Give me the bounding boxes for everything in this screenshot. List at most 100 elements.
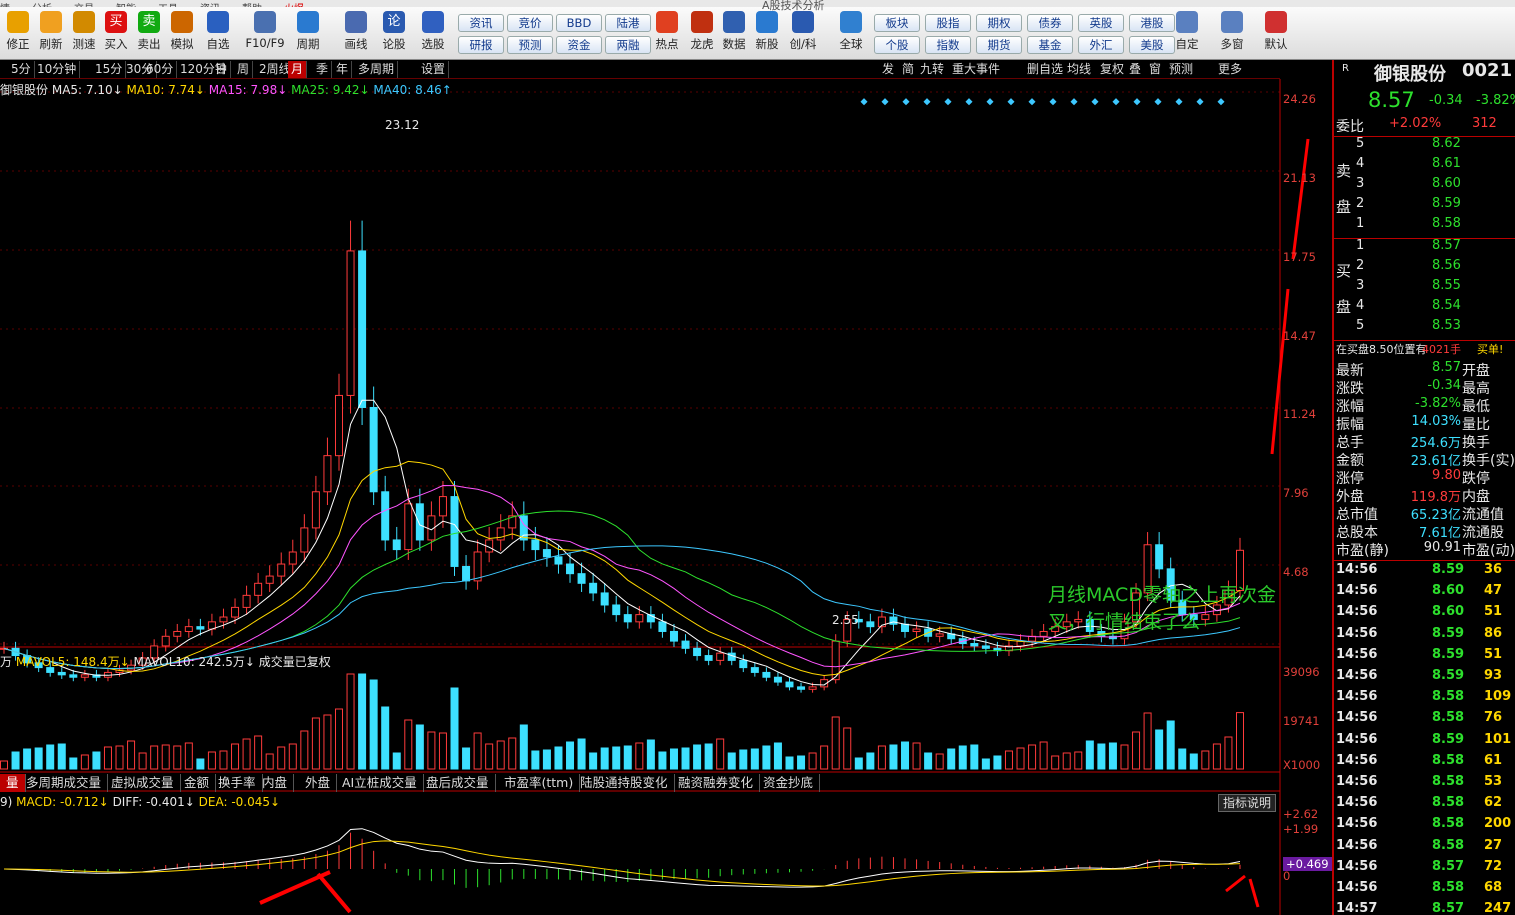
- tick-price: 8.59: [1432, 625, 1465, 641]
- 全球-button[interactable]: 全球: [834, 11, 868, 52]
- indicator-tab-2[interactable]: 虚拟成交量: [105, 774, 181, 792]
- toolbar-label: 多窗: [1220, 37, 1244, 51]
- chart-tool-10[interactable]: 更多: [1216, 61, 1244, 78]
- 多窗-button[interactable]: 多窗: [1215, 11, 1249, 52]
- period-tab-13[interactable]: 设置: [418, 61, 450, 78]
- grid-button[interactable]: 债券: [1027, 14, 1073, 32]
- period-tab-7[interactable]: 周: [234, 61, 254, 78]
- 自选-button[interactable]: 自选: [200, 11, 236, 52]
- 修正-button[interactable]: 修正: [0, 11, 36, 52]
- grid-button[interactable]: 基金: [1027, 36, 1073, 54]
- candle-body: [161, 635, 170, 647]
- 周期-button[interactable]: 周期: [290, 11, 326, 52]
- 创/科-button[interactable]: 创/科: [786, 11, 820, 52]
- grid-button[interactable]: 外汇: [1078, 36, 1124, 54]
- indicator-tab-9[interactable]: 市盈率(ttm): [498, 774, 581, 792]
- grid-button[interactable]: 股指: [925, 14, 971, 32]
- grid-button[interactable]: 资金: [556, 36, 602, 54]
- indicator-tab-6[interactable]: 外盘: [299, 774, 338, 792]
- grid-button[interactable]: 陆港: [605, 14, 651, 32]
- volume-bar: [92, 751, 101, 770]
- period-tab-2[interactable]: 15分: [92, 61, 127, 78]
- 数据-button[interactable]: 数据: [717, 11, 751, 52]
- 默认-button[interactable]: 默认: [1259, 11, 1293, 52]
- chart-tool-1[interactable]: 简: [900, 61, 916, 78]
- chart-tool-2[interactable]: 九转: [918, 61, 946, 78]
- weibi-count: 312: [1472, 116, 1497, 131]
- period-tab-11[interactable]: 年: [333, 61, 353, 78]
- 卖出-button[interactable]: 卖卖出: [131, 11, 167, 52]
- 选股-button[interactable]: 选股: [415, 11, 451, 52]
- volume-bar: [346, 673, 355, 770]
- dea-label: DEA: -0.045↓: [198, 795, 281, 809]
- volume-bar: [11, 751, 20, 770]
- indicator-tab-10[interactable]: 陆股通持股变化: [574, 774, 675, 792]
- volume-bar: [681, 747, 690, 770]
- 模拟-button[interactable]: 模拟: [164, 11, 200, 52]
- 自定-button[interactable]: 自定: [1170, 11, 1204, 52]
- period-tab-10[interactable]: 季: [313, 61, 333, 78]
- 新股-button[interactable]: 新股: [750, 11, 784, 52]
- 测速-button[interactable]: 测速: [66, 11, 102, 52]
- grid-button[interactable]: 预测: [507, 36, 553, 54]
- 龙虎-button[interactable]: 龙虎: [685, 11, 719, 52]
- quote-row: 总市值 65.23亿 流通值: [1334, 504, 1515, 524]
- grid-button[interactable]: 研报: [458, 36, 504, 54]
- indicator-tab-5[interactable]: 内盘: [256, 774, 295, 792]
- chart-tool-0[interactable]: 发: [880, 61, 896, 78]
- indicator-tab-1[interactable]: 多周期成交量: [20, 774, 109, 792]
- chart-tool-3[interactable]: 重大事件: [950, 61, 1002, 78]
- chart-tool-7[interactable]: 叠: [1127, 61, 1143, 78]
- period-icon: [297, 11, 319, 33]
- price-tick: 7.96: [1283, 486, 1309, 500]
- volume-bar: [1028, 744, 1037, 770]
- grid-button[interactable]: 英股: [1078, 14, 1124, 32]
- chart-tool-9[interactable]: 预测: [1167, 61, 1195, 78]
- indicator-tab-8[interactable]: 盘后成交量: [420, 774, 496, 792]
- grid-button[interactable]: 两融: [605, 36, 651, 54]
- grid-button[interactable]: 竞价: [507, 14, 553, 32]
- candle-body: [358, 250, 367, 408]
- indicator-tab-12[interactable]: 资金抄底: [757, 774, 821, 792]
- price-tick: 21.13: [1283, 171, 1316, 185]
- chart-tool-5[interactable]: 均线: [1065, 61, 1093, 78]
- 刷新-button[interactable]: 刷新: [33, 11, 69, 52]
- grid-button[interactable]: 板块: [874, 14, 920, 32]
- chart-tool-4[interactable]: 删自选: [1025, 61, 1065, 78]
- 热点-button[interactable]: 热点: [650, 11, 684, 52]
- F10/F9-button[interactable]: F10/F9: [243, 11, 287, 50]
- tick-time: 14:56: [1336, 625, 1378, 641]
- indicator-help-button[interactable]: 指标说明: [1218, 794, 1276, 812]
- grid-button[interactable]: BBD: [556, 14, 602, 32]
- stat-label-2: 换手: [1462, 435, 1490, 451]
- grid-button[interactable]: 期权: [976, 14, 1022, 32]
- chart-tool-8[interactable]: 窗: [1147, 61, 1163, 78]
- indicator-tab-7[interactable]: AI立桩成交量: [336, 774, 424, 792]
- indicator-tab-4[interactable]: 换手率: [212, 774, 263, 792]
- grid-button[interactable]: 指数: [925, 36, 971, 54]
- grid-button[interactable]: 资讯: [458, 14, 504, 32]
- grid-button[interactable]: 美股: [1129, 36, 1175, 54]
- period-tab-0[interactable]: 5分: [8, 61, 35, 78]
- buy-level: 5: [1356, 318, 1365, 333]
- period-tab-6[interactable]: 日: [212, 61, 232, 78]
- indicator-tab-3[interactable]: 金额: [178, 774, 217, 792]
- indicator-tab-11[interactable]: 融资融券变化: [672, 774, 761, 792]
- grid-button[interactable]: 港股: [1129, 14, 1175, 32]
- candle-body: [866, 621, 875, 628]
- grid-button[interactable]: 期货: [976, 36, 1022, 54]
- tick-time: 14:56: [1336, 837, 1378, 853]
- 买入-button[interactable]: 买买入: [98, 11, 134, 52]
- tick-time: 14:56: [1336, 583, 1378, 599]
- volume-bar: [219, 750, 228, 770]
- chart-tool-6[interactable]: 复权: [1098, 61, 1126, 78]
- period-tab-12[interactable]: 多周期: [355, 61, 399, 78]
- volume-bar: [173, 745, 182, 770]
- period-tab-1[interactable]: 10分钟: [34, 61, 81, 78]
- period-tab-4[interactable]: 60分: [143, 61, 178, 78]
- 论股-button[interactable]: 论论股: [376, 11, 412, 52]
- 画线-button[interactable]: 画线: [338, 11, 374, 52]
- period-tab-9[interactable]: 月: [288, 61, 308, 78]
- grid-button[interactable]: 个股: [874, 36, 920, 54]
- toolbar-label: 数据: [722, 37, 746, 51]
